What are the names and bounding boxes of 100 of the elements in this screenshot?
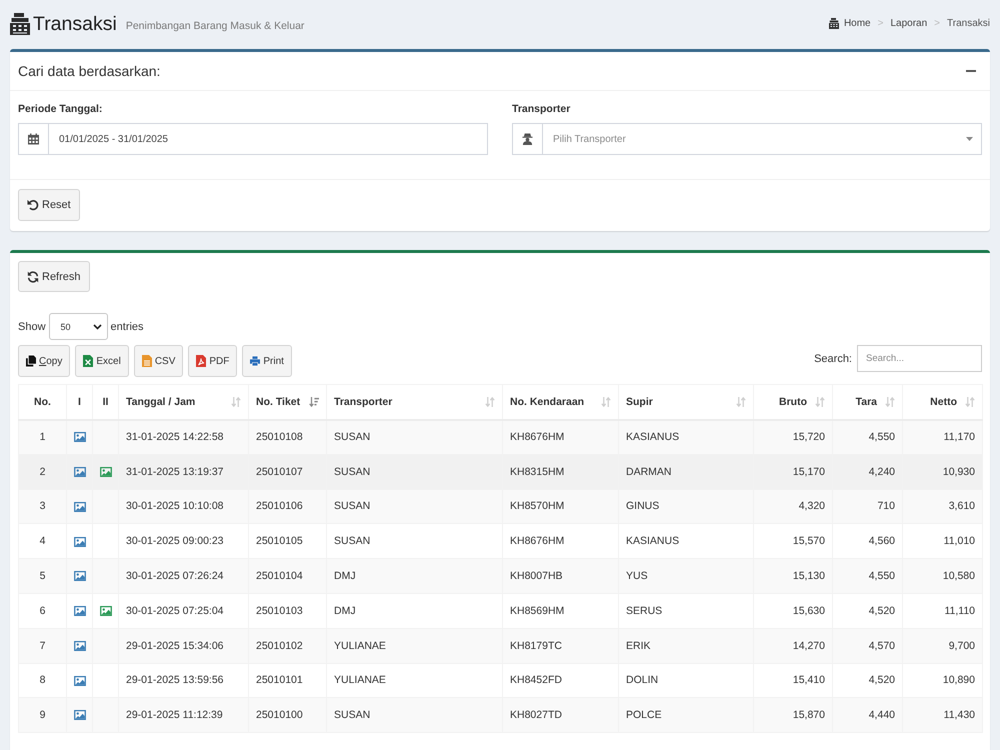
- image-icon[interactable]: [74, 536, 86, 546]
- table-cell: 4,520: [832, 593, 902, 628]
- table-cell: 30-01-2025 07:26:24: [118, 558, 248, 594]
- search-label: Search:: [814, 352, 852, 364]
- image-icon[interactable]: [74, 606, 86, 616]
- table-cell: KH8315HM: [502, 454, 618, 490]
- table-cell: SUSAN: [326, 454, 502, 490]
- entries-label: entries: [110, 320, 144, 332]
- table-cell: 4,570: [832, 628, 902, 664]
- table-cell: 31-01-2025 14:22:58: [118, 420, 248, 454]
- minus-icon: [966, 70, 976, 72]
- page-subtitle: Penimbangan Barang Masuk & Keluar: [126, 20, 304, 32]
- field-label: Periode Tanggal:: [18, 103, 104, 115]
- image-icon[interactable]: [100, 606, 112, 616]
- table-cell: 15,720: [754, 420, 832, 454]
- breadcrumb-link[interactable]: Laporan: [890, 18, 928, 29]
- refresh-icon: [27, 270, 39, 282]
- cash-register-icon: [10, 12, 30, 34]
- undo-icon: [27, 199, 39, 211]
- transporter-select[interactable]: Pilih Transporter: [542, 123, 982, 155]
- caret-icon: [966, 137, 973, 141]
- table-cell: 4,550: [832, 558, 902, 594]
- cash-register-icon: [828, 18, 839, 29]
- reset-button[interactable]: Reset: [18, 189, 80, 221]
- table-cell: POLCE: [618, 698, 754, 733]
- table-cell: 14,270: [754, 628, 832, 664]
- column-header: No.: [18, 384, 66, 420]
- show-label: Show: [18, 320, 46, 332]
- table-cell: 15,870: [754, 698, 832, 733]
- table-cell: YUS: [618, 558, 754, 594]
- table-cell: 11,170: [902, 420, 982, 454]
- table-cell: SUSAN: [326, 698, 502, 733]
- table-cell: 7: [18, 628, 66, 664]
- file-icon: [142, 355, 152, 367]
- table-cell: 4,240: [832, 454, 902, 490]
- table-cell: 25010108: [248, 420, 326, 454]
- table-cell: 4,550: [832, 420, 902, 454]
- breadcrumb-current: Transaksi: [947, 18, 990, 29]
- table-cell: 2: [18, 454, 66, 490]
- table-cell: KH8027TD: [502, 698, 618, 733]
- entries-select[interactable]: 50: [48, 313, 108, 340]
- print-icon: [250, 355, 260, 367]
- search-field[interactable]: Search...: [857, 345, 982, 372]
- table-cell: KH8007HB: [502, 558, 618, 594]
- chevron-icon: [92, 324, 102, 330]
- field-label: Transporter: [512, 103, 572, 115]
- table-cell: 11,110: [902, 593, 982, 628]
- table-cell: 1: [18, 420, 66, 454]
- table-cell: 10,580: [902, 558, 982, 594]
- image-icon[interactable]: [100, 466, 112, 477]
- table-cell: 15,630: [754, 593, 832, 628]
- table-cell: YULIANAE: [326, 628, 502, 664]
- table-cell: 25010104: [248, 558, 326, 594]
- export-pdf-button[interactable]: PDF: [188, 345, 238, 377]
- spreadsheet-icon: [83, 355, 94, 367]
- export-csv-button[interactable]: CSV: [134, 345, 184, 377]
- breadcrumb-link[interactable]: Home: [828, 18, 871, 29]
- table-cell: 11,430: [902, 698, 982, 733]
- export-excel-button[interactable]: Excel: [75, 345, 129, 377]
- page-title: Transaksi: [33, 12, 117, 36]
- image-icon[interactable]: [74, 676, 86, 686]
- table-cell: 9,700: [902, 628, 982, 664]
- table-cell: DMJ: [326, 593, 502, 628]
- table-cell: 5: [18, 558, 66, 594]
- table-cell: KH8676HM: [502, 420, 618, 454]
- table-cell: 31-01-2025 13:19:37: [118, 454, 248, 490]
- table-cell: 4,440: [832, 698, 902, 733]
- image-icon[interactable]: [74, 640, 86, 651]
- table-cell: 25010100: [248, 698, 326, 733]
- table-cell: DARMAN: [618, 454, 754, 490]
- image-icon[interactable]: [74, 571, 86, 582]
- table-cell: SERUS: [618, 593, 754, 628]
- breadcrumb-separator: >: [934, 18, 940, 29]
- table-cell: 29-01-2025 15:34:06: [118, 628, 248, 664]
- table-cell: 30-01-2025 07:25:04: [118, 593, 248, 628]
- breadcrumb-separator: >: [878, 18, 884, 29]
- export-copy-button[interactable]: Copy: [18, 345, 70, 377]
- image-icon[interactable]: [74, 466, 86, 477]
- export-print-button[interactable]: Print: [242, 345, 292, 377]
- table-cell: 15,130: [754, 558, 832, 594]
- panel-title: Cari data berdasarkan:: [18, 63, 160, 79]
- person-icon: [522, 133, 533, 145]
- calendar-icon: [28, 133, 39, 145]
- image-icon[interactable]: [74, 710, 86, 720]
- table-cell: KH8569HM: [502, 593, 618, 628]
- table-cell: 29-01-2025 11:12:39: [118, 698, 248, 733]
- table-cell: ERIK: [618, 628, 754, 664]
- image-icon[interactable]: [74, 432, 86, 442]
- table-cell: KASIANUS: [618, 420, 754, 454]
- table-cell: 25010102: [248, 628, 326, 664]
- table-cell: 25010107: [248, 454, 326, 490]
- table-cell: SUSAN: [326, 420, 502, 454]
- table-cell: 9: [18, 698, 66, 733]
- table-cell: 6: [18, 593, 66, 628]
- date-range-field[interactable]: 01/01/2025 - 31/01/2025: [48, 123, 488, 155]
- table-cell: KH8179TC: [502, 628, 618, 664]
- table-cell: DMJ: [326, 558, 502, 594]
- copy-icon: [26, 355, 36, 367]
- image-icon[interactable]: [74, 502, 86, 512]
- refresh-button[interactable]: Refresh: [18, 261, 90, 292]
